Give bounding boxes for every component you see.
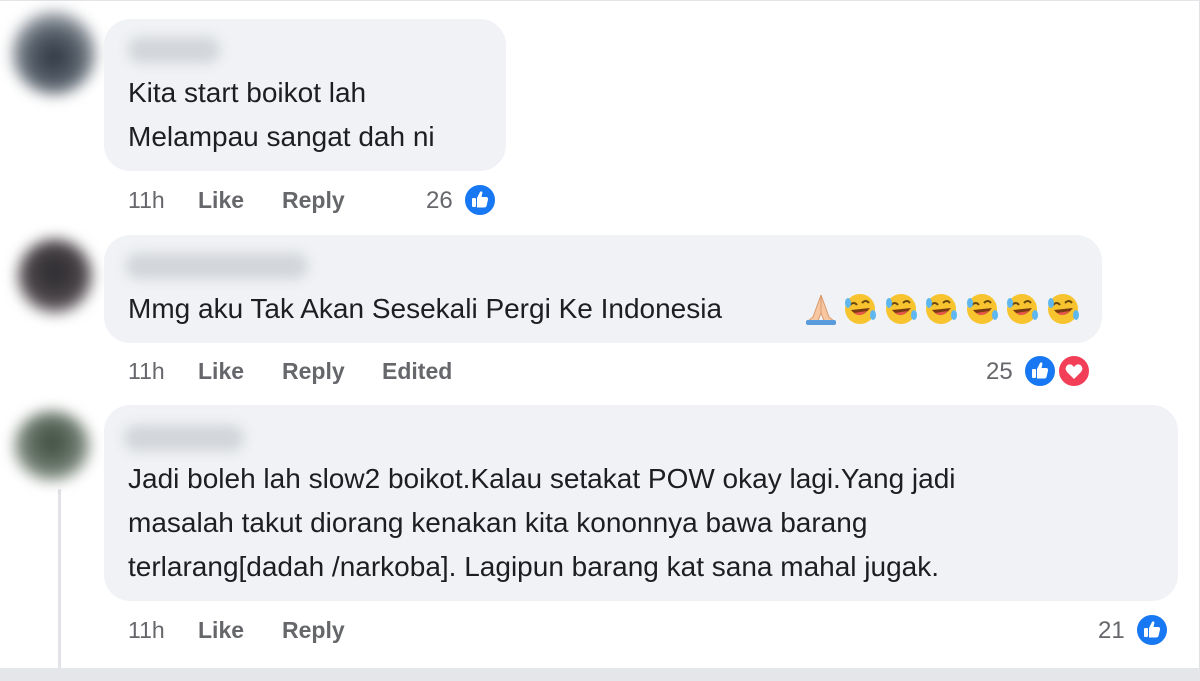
reply-thread-line bbox=[58, 489, 61, 669]
comment-timestamp[interactable]: 11h bbox=[128, 617, 165, 644]
reaction-count[interactable]: 21 bbox=[1098, 617, 1125, 645]
comment-timestamp[interactable]: 11h bbox=[128, 187, 165, 214]
comment-text-line: Melampau sangat dah ni bbox=[128, 121, 435, 152]
edited-label[interactable]: Edited bbox=[382, 358, 452, 385]
comment-text-line: Jadi boleh lah slow2 boikot.Kalau setaka… bbox=[128, 463, 956, 494]
comment-timestamp[interactable]: 11h bbox=[128, 358, 165, 385]
avatar[interactable] bbox=[12, 11, 96, 95]
commenter-name[interactable] bbox=[126, 253, 308, 279]
comment-text-line: Kita start boikot lah bbox=[128, 77, 367, 108]
rolling-laughing-icon bbox=[1047, 294, 1079, 324]
reaction-count[interactable]: 26 bbox=[426, 187, 453, 215]
rolling-laughing-icon bbox=[885, 294, 917, 324]
like-button[interactable]: Like bbox=[198, 617, 244, 644]
like-reaction-icon[interactable] bbox=[1134, 612, 1170, 648]
like-reaction-icon[interactable] bbox=[462, 182, 498, 218]
rolling-laughing-icon bbox=[845, 294, 877, 324]
comment-text-line: Mmg aku Tak Akan Sesekali Pergi Ke Indon… bbox=[128, 293, 723, 324]
reaction-count[interactable]: 25 bbox=[986, 358, 1013, 386]
comment-text-line: terlarang[dadah /narkoba]. Lagipun baran… bbox=[128, 551, 940, 582]
praying-hands-icon bbox=[806, 294, 836, 325]
rolling-laughing-icon bbox=[1007, 294, 1039, 324]
commenter-name[interactable] bbox=[128, 37, 220, 63]
comments-panel: Kita start boikot lah Melampau sangat da… bbox=[0, 0, 1200, 669]
comment-text-line: masalah takut diorang kenakan kita konon… bbox=[128, 507, 868, 538]
emoji-row bbox=[804, 291, 1081, 327]
reply-button[interactable]: Reply bbox=[282, 358, 345, 385]
reply-button[interactable]: Reply bbox=[282, 187, 345, 214]
like-button[interactable]: Like bbox=[198, 187, 244, 214]
like-button[interactable]: Like bbox=[198, 358, 244, 385]
rolling-laughing-icon bbox=[966, 294, 998, 324]
rolling-laughing-icon bbox=[926, 294, 958, 324]
commenter-name[interactable] bbox=[124, 425, 244, 451]
like-reaction-icon[interactable] bbox=[1022, 353, 1058, 389]
avatar[interactable] bbox=[18, 239, 92, 313]
love-reaction-icon[interactable] bbox=[1056, 353, 1092, 389]
reply-button[interactable]: Reply bbox=[282, 617, 345, 644]
avatar[interactable] bbox=[14, 411, 90, 481]
